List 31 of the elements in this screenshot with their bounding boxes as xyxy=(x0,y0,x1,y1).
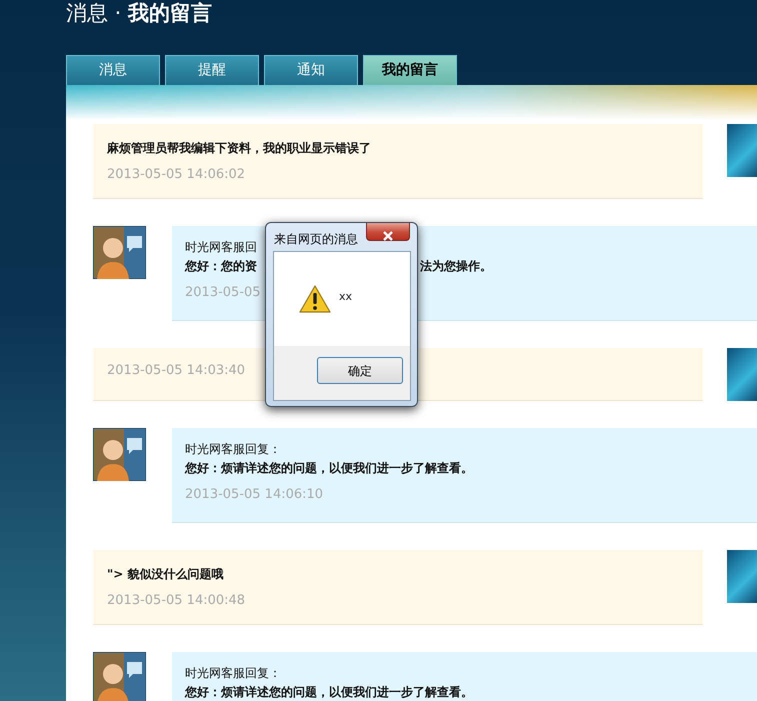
page-title: 消息 · 我的留言 xyxy=(66,0,214,26)
timestamp: 2013-05-05 14:00:48 xyxy=(107,593,246,608)
tab[interactable]: 通知 xyxy=(264,55,358,85)
ok-button[interactable]: 确定 xyxy=(317,357,403,384)
tab[interactable]: 消息 xyxy=(66,55,160,85)
timestamp: 2013-05-05 14:06:02 xyxy=(107,167,246,182)
timestamp: 2013-05-05 14:06:10 xyxy=(185,487,324,502)
reply-text: 您好：烦请详述您的问题，以便我们进一步了解查看。 xyxy=(185,461,473,475)
avatar-icon xyxy=(93,652,146,701)
warning-icon xyxy=(299,285,331,313)
message-text: "> 貌似没什么问题哦 xyxy=(107,567,224,581)
photo-placeholder xyxy=(727,550,757,603)
reply-text: 您好：您的资 xyxy=(185,258,257,275)
timestamp: 2013-05-05 14:03:40 xyxy=(107,363,246,378)
photo-placeholder xyxy=(727,348,757,401)
tab[interactable]: 我的留言 xyxy=(363,55,457,85)
close-icon xyxy=(382,230,394,241)
dialog-message: xx xyxy=(339,290,352,304)
message-text: 麻烦管理员帮我编辑下资料，我的职业显示错误了 xyxy=(107,141,371,155)
timestamp: 2013-05-05 xyxy=(185,285,261,300)
reply-text: 您好：烦请详述您的问题，以便我们进一步了解查看。 xyxy=(185,685,473,699)
reply-label: 时光网客服回复： xyxy=(185,442,281,456)
close-button[interactable] xyxy=(366,223,410,241)
reply-label: 时光网客服回 xyxy=(185,240,257,254)
dialog-title: 来自网页的消息 xyxy=(274,231,358,247)
avatar-icon xyxy=(93,428,146,481)
tab[interactable]: 提醒 xyxy=(165,55,259,85)
avatar-icon xyxy=(93,226,146,279)
reply-text: 法为您操作。 xyxy=(420,258,492,275)
photo-placeholder xyxy=(727,124,757,177)
reply-label: 时光网客服回复： xyxy=(185,666,281,680)
